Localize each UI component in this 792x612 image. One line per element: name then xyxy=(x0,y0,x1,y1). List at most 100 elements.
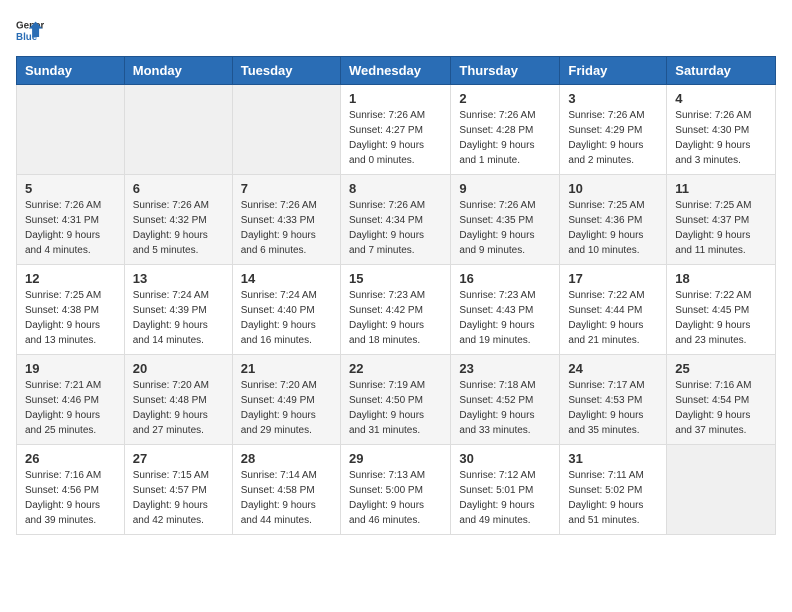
sunset-text: Sunset: 4:44 PM xyxy=(568,305,642,316)
col-header-thursday: Thursday xyxy=(451,57,560,85)
day-info: Sunrise: 7:25 AM Sunset: 4:37 PM Dayligh… xyxy=(675,198,767,258)
day-info: Sunrise: 7:18 AM Sunset: 4:52 PM Dayligh… xyxy=(459,378,551,438)
col-header-sunday: Sunday xyxy=(17,57,125,85)
sunset-text: Sunset: 4:27 PM xyxy=(349,125,423,136)
calendar-cell: 15 Sunrise: 7:23 AM Sunset: 4:42 PM Dayl… xyxy=(340,265,450,355)
day-number: 29 xyxy=(349,451,442,466)
day-number: 19 xyxy=(25,361,116,376)
calendar-cell xyxy=(667,445,776,535)
calendar-cell: 16 Sunrise: 7:23 AM Sunset: 4:43 PM Dayl… xyxy=(451,265,560,355)
calendar-cell: 6 Sunrise: 7:26 AM Sunset: 4:32 PM Dayli… xyxy=(124,175,232,265)
sunrise-text: Sunrise: 7:22 AM xyxy=(568,290,644,301)
calendar-cell: 20 Sunrise: 7:20 AM Sunset: 4:48 PM Dayl… xyxy=(124,355,232,445)
calendar-cell: 8 Sunrise: 7:26 AM Sunset: 4:34 PM Dayli… xyxy=(340,175,450,265)
sunset-text: Sunset: 4:50 PM xyxy=(349,395,423,406)
calendar-cell: 19 Sunrise: 7:21 AM Sunset: 4:46 PM Dayl… xyxy=(17,355,125,445)
daylight-text: Daylight: 9 hours and 5 minutes. xyxy=(133,230,208,256)
day-number: 4 xyxy=(675,91,767,106)
sunset-text: Sunset: 4:45 PM xyxy=(675,305,749,316)
sunrise-text: Sunrise: 7:26 AM xyxy=(459,200,535,211)
sunrise-text: Sunrise: 7:13 AM xyxy=(349,470,425,481)
daylight-text: Daylight: 9 hours and 33 minutes. xyxy=(459,410,534,436)
calendar-cell: 9 Sunrise: 7:26 AM Sunset: 4:35 PM Dayli… xyxy=(451,175,560,265)
calendar-week-row: 12 Sunrise: 7:25 AM Sunset: 4:38 PM Dayl… xyxy=(17,265,776,355)
daylight-text: Daylight: 9 hours and 35 minutes. xyxy=(568,410,643,436)
calendar-cell: 5 Sunrise: 7:26 AM Sunset: 4:31 PM Dayli… xyxy=(17,175,125,265)
calendar-cell: 14 Sunrise: 7:24 AM Sunset: 4:40 PM Dayl… xyxy=(232,265,340,355)
sunrise-text: Sunrise: 7:25 AM xyxy=(568,200,644,211)
sunrise-text: Sunrise: 7:20 AM xyxy=(133,380,209,391)
sunset-text: Sunset: 4:46 PM xyxy=(25,395,99,406)
sunset-text: Sunset: 4:38 PM xyxy=(25,305,99,316)
daylight-text: Daylight: 9 hours and 16 minutes. xyxy=(241,320,316,346)
sunset-text: Sunset: 4:36 PM xyxy=(568,215,642,226)
day-number: 9 xyxy=(459,181,551,196)
calendar-cell: 29 Sunrise: 7:13 AM Sunset: 5:00 PM Dayl… xyxy=(340,445,450,535)
sunrise-text: Sunrise: 7:26 AM xyxy=(241,200,317,211)
calendar-cell: 31 Sunrise: 7:11 AM Sunset: 5:02 PM Dayl… xyxy=(560,445,667,535)
day-info: Sunrise: 7:16 AM Sunset: 4:56 PM Dayligh… xyxy=(25,468,116,528)
sunrise-text: Sunrise: 7:24 AM xyxy=(133,290,209,301)
sunrise-text: Sunrise: 7:21 AM xyxy=(25,380,101,391)
daylight-text: Daylight: 9 hours and 6 minutes. xyxy=(241,230,316,256)
day-number: 30 xyxy=(459,451,551,466)
day-info: Sunrise: 7:26 AM Sunset: 4:32 PM Dayligh… xyxy=(133,198,224,258)
sunrise-text: Sunrise: 7:23 AM xyxy=(459,290,535,301)
sunset-text: Sunset: 4:28 PM xyxy=(459,125,533,136)
sunset-text: Sunset: 4:42 PM xyxy=(349,305,423,316)
sunset-text: Sunset: 4:43 PM xyxy=(459,305,533,316)
daylight-text: Daylight: 9 hours and 49 minutes. xyxy=(459,500,534,526)
day-info: Sunrise: 7:23 AM Sunset: 4:42 PM Dayligh… xyxy=(349,288,442,348)
calendar-cell xyxy=(124,85,232,175)
sunrise-text: Sunrise: 7:16 AM xyxy=(25,470,101,481)
day-number: 27 xyxy=(133,451,224,466)
day-info: Sunrise: 7:12 AM Sunset: 5:01 PM Dayligh… xyxy=(459,468,551,528)
daylight-text: Daylight: 9 hours and 7 minutes. xyxy=(349,230,424,256)
day-info: Sunrise: 7:13 AM Sunset: 5:00 PM Dayligh… xyxy=(349,468,442,528)
daylight-text: Daylight: 9 hours and 10 minutes. xyxy=(568,230,643,256)
sunset-text: Sunset: 5:02 PM xyxy=(568,485,642,496)
daylight-text: Daylight: 9 hours and 37 minutes. xyxy=(675,410,750,436)
sunset-text: Sunset: 4:35 PM xyxy=(459,215,533,226)
sunrise-text: Sunrise: 7:25 AM xyxy=(675,200,751,211)
day-number: 2 xyxy=(459,91,551,106)
calendar-cell: 28 Sunrise: 7:14 AM Sunset: 4:58 PM Dayl… xyxy=(232,445,340,535)
daylight-text: Daylight: 9 hours and 19 minutes. xyxy=(459,320,534,346)
calendar-cell xyxy=(17,85,125,175)
calendar-cell xyxy=(232,85,340,175)
calendar-cell: 22 Sunrise: 7:19 AM Sunset: 4:50 PM Dayl… xyxy=(340,355,450,445)
daylight-text: Daylight: 9 hours and 27 minutes. xyxy=(133,410,208,436)
sunset-text: Sunset: 4:52 PM xyxy=(459,395,533,406)
day-number: 7 xyxy=(241,181,332,196)
day-number: 21 xyxy=(241,361,332,376)
day-info: Sunrise: 7:17 AM Sunset: 4:53 PM Dayligh… xyxy=(568,378,658,438)
sunrise-text: Sunrise: 7:24 AM xyxy=(241,290,317,301)
day-number: 20 xyxy=(133,361,224,376)
day-info: Sunrise: 7:26 AM Sunset: 4:33 PM Dayligh… xyxy=(241,198,332,258)
day-info: Sunrise: 7:26 AM Sunset: 4:30 PM Dayligh… xyxy=(675,108,767,168)
sunset-text: Sunset: 4:39 PM xyxy=(133,305,207,316)
day-number: 11 xyxy=(675,181,767,196)
sunrise-text: Sunrise: 7:26 AM xyxy=(675,110,751,121)
page-header: General Blue xyxy=(16,16,776,44)
calendar-cell: 18 Sunrise: 7:22 AM Sunset: 4:45 PM Dayl… xyxy=(667,265,776,355)
sunrise-text: Sunrise: 7:14 AM xyxy=(241,470,317,481)
calendar-cell: 26 Sunrise: 7:16 AM Sunset: 4:56 PM Dayl… xyxy=(17,445,125,535)
sunrise-text: Sunrise: 7:26 AM xyxy=(133,200,209,211)
col-header-tuesday: Tuesday xyxy=(232,57,340,85)
calendar-cell: 21 Sunrise: 7:20 AM Sunset: 4:49 PM Dayl… xyxy=(232,355,340,445)
sunset-text: Sunset: 4:54 PM xyxy=(675,395,749,406)
day-number: 22 xyxy=(349,361,442,376)
day-number: 25 xyxy=(675,361,767,376)
day-info: Sunrise: 7:15 AM Sunset: 4:57 PM Dayligh… xyxy=(133,468,224,528)
day-number: 10 xyxy=(568,181,658,196)
day-number: 24 xyxy=(568,361,658,376)
calendar-cell: 11 Sunrise: 7:25 AM Sunset: 4:37 PM Dayl… xyxy=(667,175,776,265)
day-info: Sunrise: 7:20 AM Sunset: 4:49 PM Dayligh… xyxy=(241,378,332,438)
daylight-text: Daylight: 9 hours and 44 minutes. xyxy=(241,500,316,526)
day-info: Sunrise: 7:25 AM Sunset: 4:36 PM Dayligh… xyxy=(568,198,658,258)
day-info: Sunrise: 7:16 AM Sunset: 4:54 PM Dayligh… xyxy=(675,378,767,438)
sunrise-text: Sunrise: 7:11 AM xyxy=(568,470,643,481)
sunrise-text: Sunrise: 7:19 AM xyxy=(349,380,425,391)
day-info: Sunrise: 7:26 AM Sunset: 4:31 PM Dayligh… xyxy=(25,198,116,258)
